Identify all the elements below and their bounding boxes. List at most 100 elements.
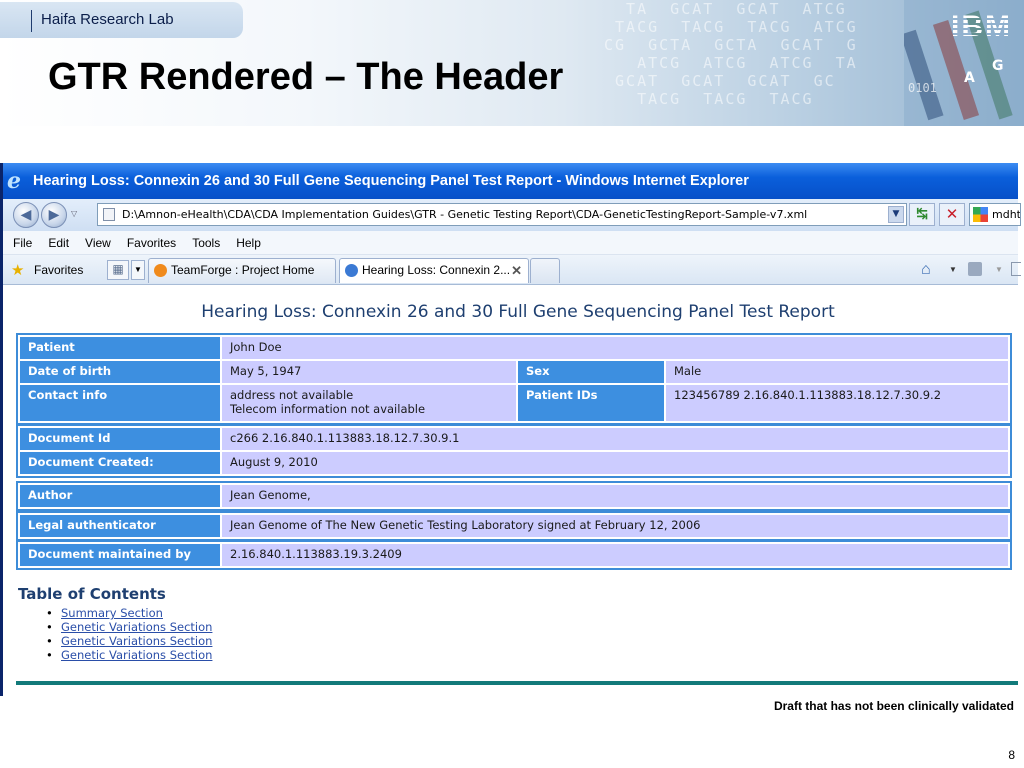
sex-value: Male [666, 361, 1008, 383]
search-value: mdht [992, 208, 1021, 221]
toc-link-genetic-variations-1[interactable]: Genetic Variations Section [61, 620, 212, 634]
tab-label: TeamForge : Project Home [171, 263, 315, 277]
lab-name-tab: Haifa Research Lab [0, 2, 243, 38]
toc-link-genetic-variations-3[interactable]: Genetic Variations Section [61, 648, 212, 662]
slide-header-banner: TA GCAT GCAT ATCG TACG TACG TACG ATCG CG… [0, 0, 1024, 126]
google-search-icon [973, 207, 988, 222]
address-bar-row: ◀ ▶ ▽ D:\Amnon-eHealth\CDA\CDA Implement… [3, 199, 1021, 231]
dob-value: May 5, 1947 [222, 361, 516, 383]
toc-link-summary[interactable]: Summary Section [61, 606, 163, 620]
dna-background-pattern: TA GCAT GCAT ATCG TACG TACG TACG ATCG CG… [604, 0, 858, 108]
menu-favorites[interactable]: Favorites [127, 236, 176, 250]
document-id-value: c266 2.16.840.1.113883.18.12.7.30.9.1 [222, 428, 1008, 450]
search-input[interactable]: mdht [969, 203, 1021, 226]
footer-disclaimer: Draft that has not been clinically valid… [773, 699, 1014, 713]
contact-address: address not available [230, 388, 354, 402]
toc-title: Table of Contents [18, 585, 166, 603]
list-item: Summary Section [46, 606, 212, 620]
legal-authenticator-label: Legal authenticator [20, 515, 220, 537]
print-icon[interactable] [1011, 262, 1021, 276]
author-label: Author [20, 485, 220, 507]
rss-dropdown-icon[interactable]: ▼ [995, 265, 1003, 274]
svg-text:G: G [992, 58, 1004, 74]
home-dropdown-icon[interactable]: ▼ [949, 265, 957, 274]
sex-label: Sex [518, 361, 664, 383]
ibm-logo: IBM [951, 10, 1012, 43]
favorites-tab-bar: ★ Favorites ▦ ▼ TeamForge : Project Home… [3, 255, 1021, 285]
refresh-icon[interactable]: ↹ [909, 203, 935, 226]
tab-teamforge[interactable]: TeamForge : Project Home [148, 258, 336, 283]
ie-page-icon [345, 264, 358, 277]
menu-file[interactable]: File [13, 236, 32, 250]
dob-label: Date of birth [20, 361, 220, 383]
rss-feed-icon[interactable] [968, 262, 982, 276]
tab-list-dropdown-icon[interactable]: ▼ [131, 260, 145, 280]
new-tab-button[interactable] [530, 258, 560, 283]
contact-value: address not available Telecom informatio… [222, 385, 516, 421]
quick-tabs-icon[interactable]: ▦ [107, 260, 129, 280]
contact-telecom: Telecom information not available [230, 402, 426, 416]
list-item: Genetic Variations Section [46, 648, 212, 662]
report-title: Hearing Loss: Connexin 26 and 30 Full Ge… [201, 302, 835, 322]
page-number: 8 [1008, 748, 1015, 762]
patient-ids-value: 123456789 2.16.840.1.113883.18.12.7.30.9… [666, 385, 1008, 421]
document-table: Document Id c266 2.16.840.1.113883.18.12… [16, 424, 1012, 478]
table-row: Document maintained by 2.16.840.1.113883… [20, 544, 1008, 566]
svg-text:A: A [964, 70, 975, 86]
lab-tab-divider [31, 10, 32, 32]
table-row: Date of birth May 5, 1947 Sex Male [20, 361, 1008, 383]
menu-help[interactable]: Help [236, 236, 261, 250]
address-value: D:\Amnon-eHealth\CDA\CDA Implementation … [122, 208, 808, 221]
ie-logo-icon: e [7, 168, 21, 194]
document-id-label: Document Id [20, 428, 220, 450]
close-tab-icon[interactable]: ✕ [511, 259, 522, 282]
list-item: Genetic Variations Section [46, 634, 212, 648]
patient-label: Patient [20, 337, 220, 359]
home-icon[interactable]: ⌂ [921, 261, 931, 279]
tab-label: Hearing Loss: Connexin 2... [362, 263, 511, 277]
menu-view[interactable]: View [85, 236, 111, 250]
menu-edit[interactable]: Edit [48, 236, 69, 250]
legal-authenticator-table: Legal authenticator Jean Genome of The N… [16, 511, 1012, 541]
address-dropdown-icon[interactable]: ▼ [888, 206, 904, 223]
author-table: Author Jean Genome, [16, 481, 1012, 511]
document-created-value: August 9, 2010 [222, 452, 1008, 474]
menu-bar: File Edit View Favorites Tools Help [3, 231, 1018, 255]
window-title: Hearing Loss: Connexin 26 and 30 Full Ge… [33, 173, 749, 189]
lab-name: Haifa Research Lab [41, 11, 174, 28]
toc-link-genetic-variations-2[interactable]: Genetic Variations Section [61, 634, 212, 648]
table-row: Contact info address not available Telec… [20, 385, 1008, 421]
window-titlebar: e Hearing Loss: Connexin 26 and 30 Full … [3, 163, 1018, 199]
star-icon[interactable]: ★ [11, 261, 24, 279]
stop-icon[interactable]: ✕ [939, 203, 965, 226]
patient-ids-label: Patient IDs [518, 385, 664, 421]
table-row: Patient John Doe [20, 337, 1008, 359]
page-icon [103, 208, 115, 221]
favorites-button[interactable]: Favorites [34, 263, 83, 277]
maintained-by-value: 2.16.840.1.113883.19.3.2409 [222, 544, 1008, 566]
table-row: Author Jean Genome, [20, 485, 1008, 507]
address-input[interactable]: D:\Amnon-eHealth\CDA\CDA Implementation … [97, 203, 907, 226]
list-item: Genetic Variations Section [46, 620, 212, 634]
author-value: Jean Genome, [222, 485, 1008, 507]
document-created-label: Document Created: [20, 452, 220, 474]
section-divider [16, 681, 1018, 685]
table-row: Document Id c266 2.16.840.1.113883.18.12… [20, 428, 1008, 450]
page-content: Hearing Loss: Connexin 26 and 30 Full Ge… [6, 288, 1021, 696]
patient-value: John Doe [222, 337, 1008, 359]
tab-hearing-loss-report[interactable]: Hearing Loss: Connexin 2... ✕ [339, 258, 529, 283]
teamforge-icon [154, 264, 167, 277]
patient-table: Patient John Doe Date of birth May 5, 19… [16, 333, 1012, 425]
maintained-by-label: Document maintained by [20, 544, 220, 566]
table-row: Document Created: August 9, 2010 [20, 452, 1008, 474]
svg-text:0101: 0101 [908, 81, 937, 95]
toc-list: Summary Section Genetic Variations Secti… [46, 606, 212, 662]
menu-tools[interactable]: Tools [192, 236, 220, 250]
contact-label: Contact info [20, 385, 220, 421]
legal-authenticator-value: Jean Genome of The New Genetic Testing L… [222, 515, 1008, 537]
slide-title: GTR Rendered – The Header [48, 56, 564, 98]
table-row: Legal authenticator Jean Genome of The N… [20, 515, 1008, 537]
history-dropdown-icon[interactable]: ▽ [71, 209, 77, 218]
forward-arrow-icon[interactable]: ▶ [41, 202, 67, 228]
back-arrow-icon[interactable]: ◀ [13, 202, 39, 228]
